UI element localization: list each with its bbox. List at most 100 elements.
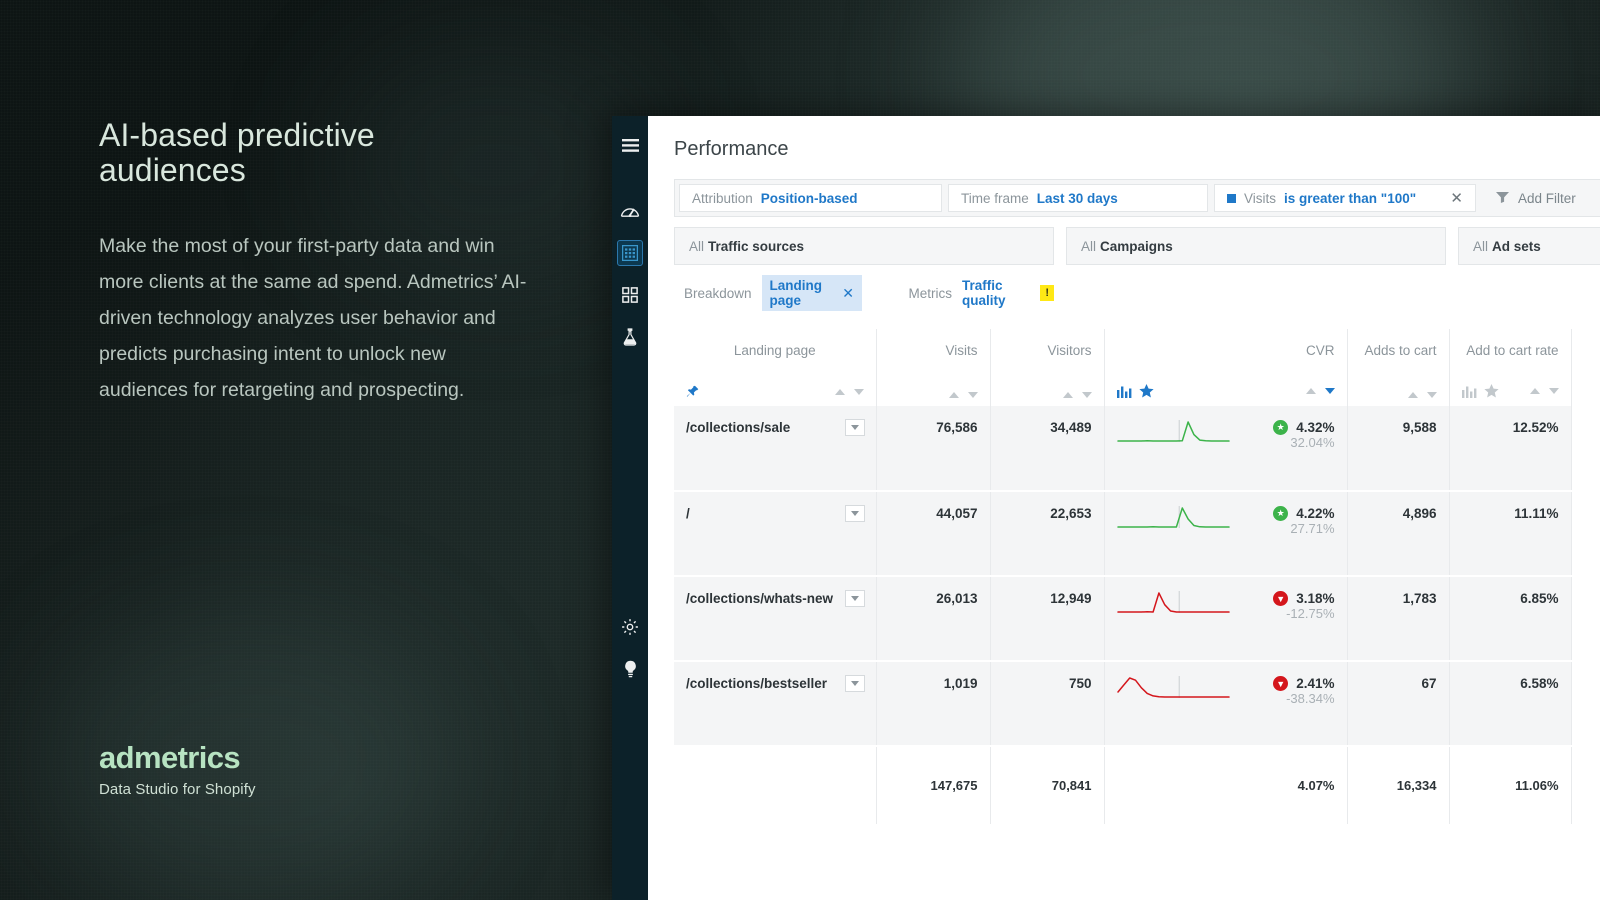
cvr-sparkline [1116,418,1230,444]
cell-visits: 1,019 [876,661,991,747]
column-header-visits[interactable]: Visits [876,329,991,406]
app-window: Performance Attribution Position-based T… [612,116,1600,900]
sidebar-rail [612,116,648,900]
column-header-cvr[interactable]: CVR [1104,329,1348,406]
table-row[interactable]: /collections/sale 76,586 34,489 ★ 4.32% … [674,406,1572,492]
sort-asc-add-to-cart-rate[interactable] [1529,388,1540,394]
brand-logo: admetrics Data Studio for Shopify [99,740,256,798]
star-icon[interactable] [1138,384,1154,398]
app-main: Performance Attribution Position-based T… [648,116,1600,900]
cell-cvr: ★ 4.32% 32.04% [1104,406,1348,492]
table-row[interactable]: /collections/whats-new 26,013 12,949 ▼ 3… [674,576,1572,662]
segment-row: All Traffic sources All Campaigns All Ad… [674,227,1600,265]
table-row[interactable]: /collections/bestseller 1,019 750 ▼ 2.41… [674,661,1572,747]
filter-bar: Attribution Position-based Time frame La… [674,179,1600,217]
cell-landing-page: /collections/sale [674,406,877,492]
cell-cvr: ★ 4.22% 27.71% [1104,491,1348,577]
attribution-value: Position-based [760,190,858,206]
landing-page-value: /collections/whats-new [686,591,834,606]
row-menu-chevron-down-icon[interactable] [844,675,865,692]
column-label: Adds to cart [1364,343,1437,358]
apps-grid-icon[interactable] [617,282,643,308]
segment-traffic-sources[interactable]: All Traffic sources [674,227,1054,265]
column-label: CVR [1305,343,1335,358]
add-filter-button[interactable]: Add Filter [1482,184,1590,212]
performance-table: Landing page Visits Visitors CVR Adds to… [674,329,1600,900]
bar-chart-icon[interactable] [1461,385,1477,398]
bar-chart-icon[interactable] [1116,385,1132,398]
sort-desc-add-to-cart-rate[interactable] [1548,388,1559,394]
sort-desc-landing-page[interactable] [853,388,864,395]
cell-cvr: ▼ 3.18% -12.75% [1104,576,1348,662]
page-title: Performance [674,138,789,160]
hamburger-menu-icon[interactable] [617,132,643,158]
cell-add-to-cart-rate: 11.11% [1449,491,1572,577]
promo-block: AI-based predictive audiences Make the m… [99,118,529,408]
promo-heading: AI-based predictive audiences [99,117,375,188]
cell-landing-page: /collections/bestseller [674,661,877,747]
table-header-row: Landing page Visits Visitors CVR Adds to… [674,329,1572,406]
column-header-add-to-cart-rate[interactable]: Add to cart rate [1449,329,1572,406]
attribution-filter[interactable]: Attribution Position-based [679,184,942,212]
star-icon[interactable] [1483,384,1499,398]
metrics-label: Metrics [908,285,952,301]
sort-desc-visitors[interactable] [1081,392,1092,398]
breakdown-chip-landing-page[interactable]: Landing page ✕ [761,275,863,311]
logo-wordmark: admetrics [99,740,241,775]
column-header-landing-page[interactable]: Landing page [674,329,877,406]
segment-name: Ad sets [1492,238,1541,254]
cell-visits: 76,586 [876,406,991,492]
flask-lab-icon[interactable] [617,324,643,350]
sort-asc-cvr[interactable] [1305,388,1316,394]
landing-page-value: /collections/bestseller [686,676,828,691]
visits-metric-icon [1227,193,1236,203]
table-row[interactable]: / 44,057 22,653 ★ 4.22% 27.71% 4,896 11.… [674,491,1572,577]
trend-down-icon: ▼ [1273,676,1289,691]
cell-adds-to-cart: 9,588 [1347,406,1450,492]
sort-desc-cvr[interactable] [1324,388,1335,394]
visits-filter[interactable]: Visits is greater than "100" ✕ [1214,184,1476,212]
sort-desc-adds-to-cart[interactable] [1426,392,1437,398]
totals-landing-page [674,746,877,824]
segment-prefix: All [1473,238,1489,254]
cvr-value: 3.18% [1296,591,1335,606]
landing-page-value: / [686,506,690,521]
table-grid-icon[interactable] [617,240,643,266]
cell-landing-page: /collections/whats-new [674,576,877,662]
column-header-adds-to-cart[interactable]: Adds to cart [1347,329,1450,406]
timeframe-filter[interactable]: Time frame Last 30 days [948,184,1208,212]
trend-up-icon: ★ [1273,506,1289,521]
warning-badge[interactable]: ! [1040,284,1054,302]
close-icon[interactable]: ✕ [1450,191,1463,206]
cvr-value: 4.32% [1296,420,1335,435]
column-label: Visitors [1047,343,1092,358]
sort-asc-visitors[interactable] [1062,392,1073,398]
totals-add-to-cart-rate: 11.06% [1449,746,1572,824]
row-menu-chevron-down-icon[interactable] [844,505,865,522]
cvr-value: 2.41% [1296,676,1335,691]
cell-adds-to-cart: 4,896 [1347,491,1450,577]
segment-ad-sets[interactable]: All Ad sets [1458,227,1600,265]
sort-asc-visits[interactable] [948,392,959,398]
segment-campaigns[interactable]: All Campaigns [1066,227,1446,265]
gear-icon[interactable] [617,614,643,640]
pin-icon[interactable] [686,385,699,398]
sort-desc-visits[interactable] [967,392,978,398]
column-header-visitors[interactable]: Visitors [990,329,1105,406]
speedometer-icon[interactable] [617,198,643,224]
totals-adds-to-cart: 16,334 [1347,746,1450,824]
cvr-value: 4.22% [1296,506,1335,521]
sort-asc-adds-to-cart[interactable] [1407,392,1418,398]
cvr-sparkline [1116,504,1230,530]
lightbulb-icon[interactable] [617,656,643,682]
breakdown-label: Breakdown [684,285,752,301]
logo-tagline: Data Studio for Shopify [99,781,256,798]
row-menu-chevron-down-icon[interactable] [844,590,865,607]
cell-cvr: ▼ 2.41% -38.34% [1104,661,1348,747]
landing-page-value: /collections/sale [686,420,791,435]
row-menu-chevron-down-icon[interactable] [844,419,865,436]
sort-asc-landing-page[interactable] [834,388,845,395]
cvr-delta: -38.34% [1286,691,1335,706]
close-icon[interactable]: ✕ [842,285,854,302]
metrics-value[interactable]: Traffic quality [962,278,1030,308]
